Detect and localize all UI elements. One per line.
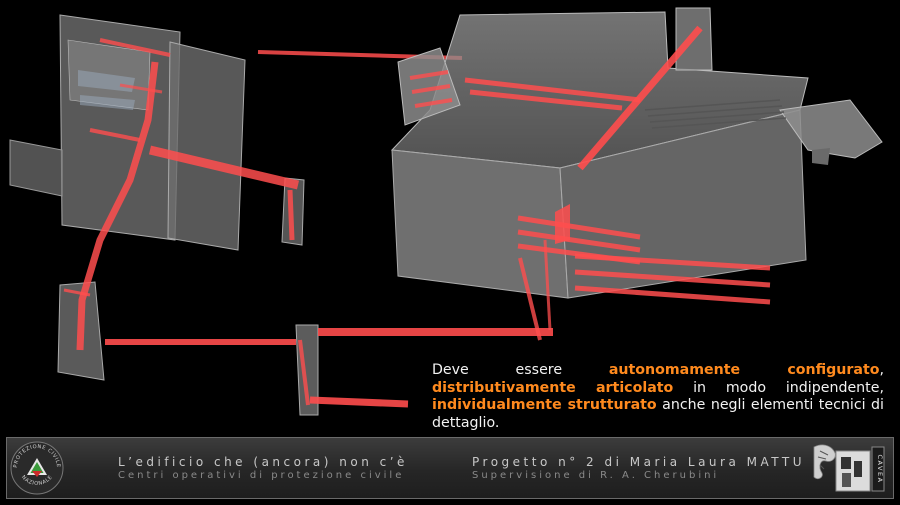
footer-subtitle-left: Centri operativi di protezione civile: [118, 470, 405, 481]
caption-text-part: in modo indipendente,: [673, 379, 884, 396]
cavea-logo-text: CAVEA: [876, 454, 884, 483]
protezione-civile-logo: PROTEZIONE CIVILE NAZIONALE: [10, 441, 64, 495]
caption-highlight: individualmente strutturato: [432, 397, 657, 413]
caption-highlight: distributivamente articolato: [432, 379, 674, 396]
left-building-model: [9, 14, 305, 381]
footer-title-right: Progetto n° 2 di Maria Laura MATTU: [472, 455, 805, 469]
caption-text-part: ,: [879, 362, 884, 378]
caption-text-part: Deve essere: [432, 362, 609, 378]
footer-title-left: L’edificio che (ancora) non c’è: [118, 455, 408, 469]
caption-text: Deve essere autonomamente configurato, d…: [432, 362, 884, 432]
caption-highlight: autonomamente configurato: [608, 362, 880, 378]
right-building-model: [390, 7, 883, 341]
footer-subtitle-right: Supervisione di R. A. Cherubini: [472, 470, 720, 481]
cavea-logo: CAVEA: [813, 444, 885, 492]
